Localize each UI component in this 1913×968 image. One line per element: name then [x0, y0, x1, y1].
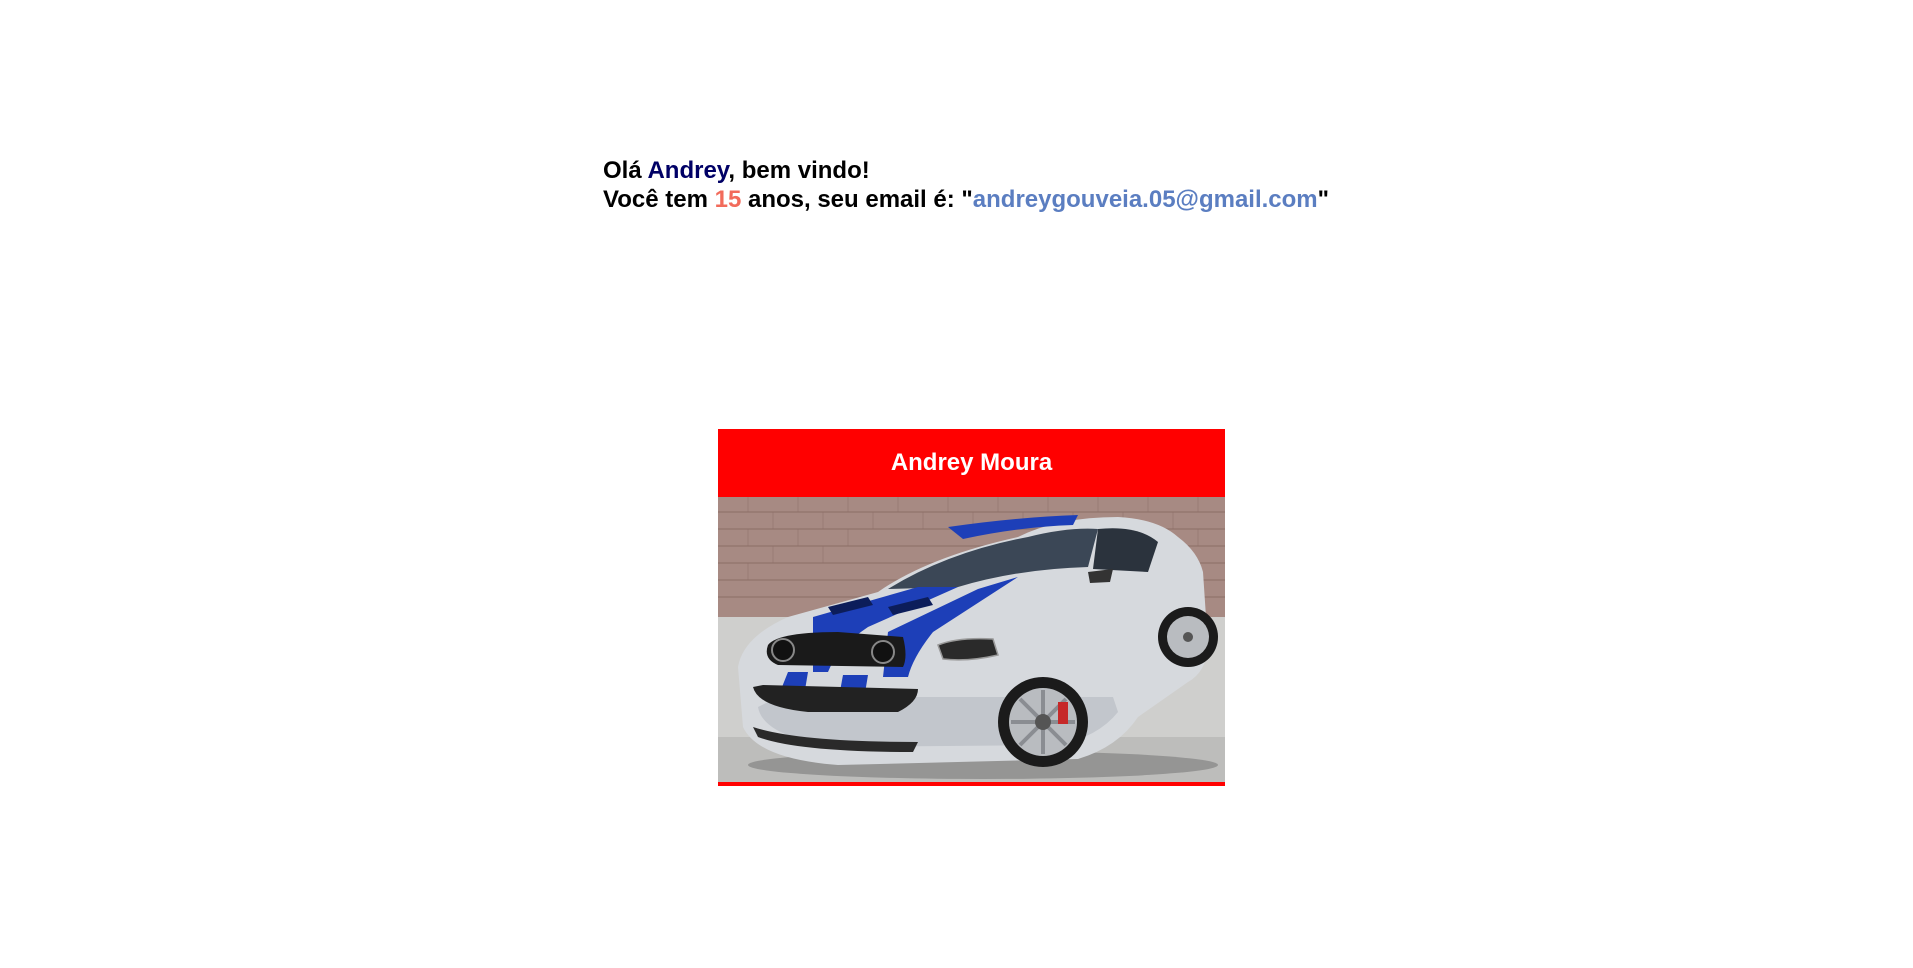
- card-title: Andrey Moura: [890, 449, 1053, 476]
- user-age: 15: [714, 186, 742, 213]
- user-email: andreygouveia.05@gmail.com: [972, 186, 1318, 213]
- car-image: [718, 497, 1225, 782]
- email-prefix: anos, seu email é: ": [741, 186, 973, 213]
- hello-prefix: Olá: [603, 157, 648, 184]
- car-illustration: [718, 497, 1225, 782]
- greeting-text: Olá Andrey, bem vindo! Você tem 15 anos,…: [603, 156, 1329, 214]
- user-first-name: Andrey: [647, 157, 729, 184]
- profile-card: Andrey Moura: [718, 429, 1225, 786]
- greeting-line-1: Olá Andrey, bem vindo!: [603, 156, 1329, 185]
- age-prefix: Você tem: [603, 186, 715, 213]
- greeting-line-2: Você tem 15 anos, seu email é: "andreygo…: [603, 185, 1329, 214]
- email-suffix: ": [1317, 186, 1330, 213]
- hello-suffix: , bem vindo!: [728, 157, 870, 184]
